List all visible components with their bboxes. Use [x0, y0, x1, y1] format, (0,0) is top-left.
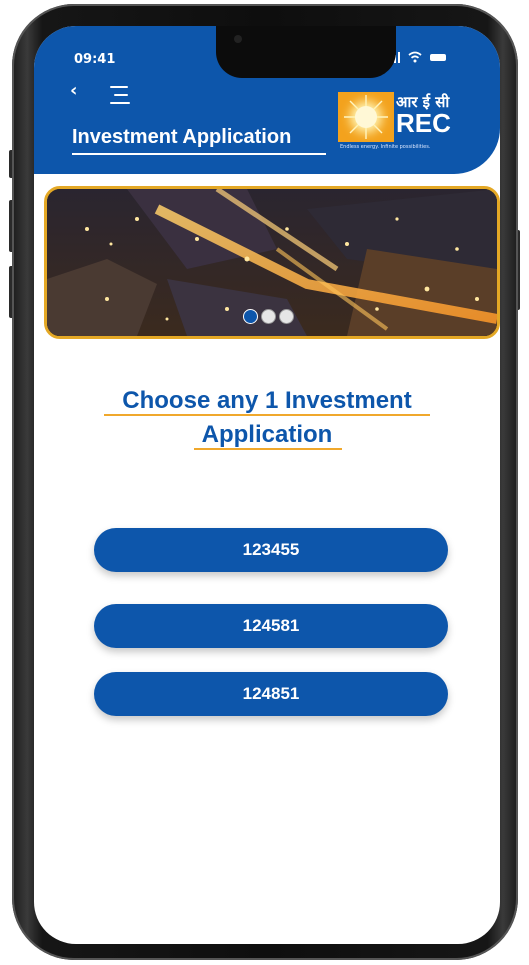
logo-name: REC [396, 108, 451, 138]
image-carousel[interactable] [44, 186, 500, 339]
title-underline [72, 153, 326, 155]
prompt-line-2: Application [201, 421, 333, 448]
carousel-dot-3[interactable] [279, 309, 294, 324]
carousel-indicators [243, 309, 294, 324]
prompt-underline-2 [194, 448, 342, 450]
application-button-124851[interactable]: 124851 [94, 672, 448, 716]
battery-icon [430, 53, 446, 61]
hamburger-menu-icon[interactable] [110, 86, 130, 104]
logo-tagline: Endless energy. Infinite possibilities. [340, 144, 431, 150]
notch [216, 26, 396, 78]
rec-logo: आर ई सी REC Endless energy. Infinite pos… [338, 92, 468, 154]
status-time: 09:41 [74, 52, 116, 67]
camera-icon [234, 35, 242, 43]
app-screen: 09:41 ‹ Investment Application आर ई सी R… [34, 26, 500, 944]
sunburst-logo-icon [338, 92, 394, 142]
prompt-line-1: Choose any 1 Investment [122, 387, 412, 414]
prompt-underline-1 [104, 414, 430, 416]
page-title: Investment Application [72, 126, 292, 148]
application-button-123455[interactable]: 123455 [94, 528, 448, 572]
device-mockup: 09:41 ‹ Investment Application आर ई सी R… [0, 0, 529, 965]
carousel-dot-1[interactable] [243, 309, 258, 324]
back-chevron-icon[interactable]: ‹ [70, 82, 77, 100]
application-button-124581[interactable]: 124581 [94, 604, 448, 648]
carousel-dot-2[interactable] [261, 309, 276, 324]
wifi-icon [408, 51, 422, 63]
selection-prompt: Choose any 1 Investment Application [74, 384, 460, 452]
